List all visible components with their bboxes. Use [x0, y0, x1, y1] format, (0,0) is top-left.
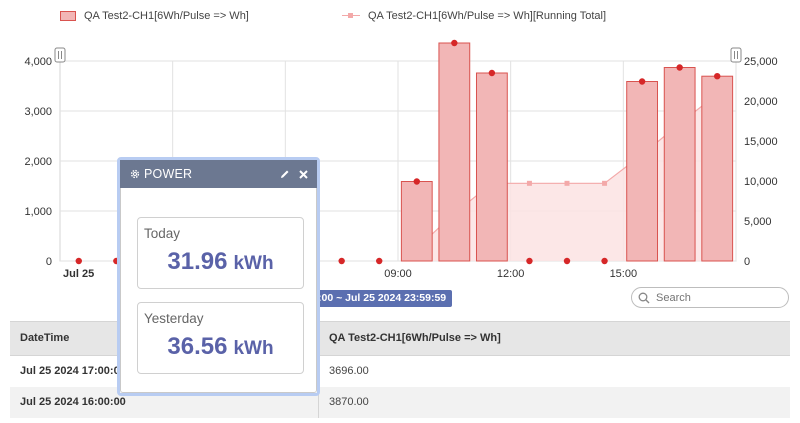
bar-point — [376, 257, 383, 265]
bar — [663, 67, 696, 262]
today-value: 31.96 — [167, 248, 228, 275]
today-value-row: 31.96 kWh — [138, 248, 303, 276]
bar-point — [451, 39, 458, 47]
today-label: Today — [144, 226, 181, 241]
widget-body: Today 31.96 kWh Yesterday 36.56 kWh — [120, 188, 317, 393]
search-icon — [638, 292, 650, 303]
bar-point — [638, 78, 646, 85]
yesterday-value-row: 36.56 kWh — [138, 333, 303, 361]
yesterday-value: 36.56 — [167, 333, 228, 360]
x-tick-label: 09:00 — [384, 268, 412, 280]
bar-point — [676, 64, 683, 71]
y-left-tick-label: 1,000 — [24, 206, 52, 218]
cell-value: 3870.00 — [329, 396, 369, 408]
y-left-tick-label: 0 — [46, 256, 52, 268]
x-tick-label: 15:00 — [610, 268, 638, 280]
bar — [475, 72, 508, 262]
search-input[interactable] — [654, 290, 778, 305]
close-icon[interactable] — [298, 169, 309, 180]
y-right-tick-label: 0 — [744, 256, 750, 268]
yesterday-card: Yesterday 36.56 kWh — [137, 302, 304, 374]
date-range-badge: :00 ~ Jul 25 2024 23:59:59 — [318, 290, 453, 307]
x-tick-label: 12:00 — [497, 268, 525, 280]
today-card: Today 31.96 kWh — [137, 217, 304, 289]
bar-point — [526, 257, 533, 265]
bar — [626, 81, 659, 262]
bar-point — [601, 257, 608, 265]
yesterday-unit: kWh — [233, 338, 274, 359]
edit-icon[interactable] — [279, 169, 290, 180]
y-left-tick-label: 4,000 — [24, 56, 52, 68]
y-right-tick-label: 20,000 — [744, 96, 778, 108]
running-total-point — [602, 180, 608, 186]
bar — [438, 42, 471, 262]
bar — [701, 75, 734, 262]
range-handle-left[interactable] — [54, 47, 66, 63]
y-left-tick-label: 2,000 — [24, 156, 52, 168]
search-box[interactable] — [631, 287, 789, 308]
bar-point — [338, 257, 345, 265]
bar — [400, 181, 433, 262]
y-right-tick-label: 15,000 — [744, 136, 778, 148]
gear-icon — [130, 169, 140, 179]
bar-point — [75, 257, 82, 265]
column-header-value[interactable]: QA Test2-CH1[6Wh/Pulse => Wh] — [319, 322, 790, 355]
bar-point — [563, 257, 571, 265]
running-total-point — [564, 180, 570, 186]
yesterday-label: Yesterday — [144, 311, 204, 326]
today-unit: kWh — [233, 253, 274, 274]
x-tick-label: Jul 25 — [63, 268, 94, 280]
y-right-tick-label: 5,000 — [744, 216, 772, 228]
widget-title: POWER — [144, 167, 193, 181]
bar-point — [488, 69, 496, 77]
running-total-point — [526, 180, 532, 186]
bar-point — [413, 178, 420, 185]
y-right-tick-label: 10,000 — [744, 176, 778, 188]
power-widget[interactable]: POWER Today 31.96 kWh Yesterday 36.56 kWh — [117, 157, 320, 396]
widget-header[interactable]: POWER — [120, 160, 317, 188]
y-right-tick-label: 25,000 — [744, 56, 778, 68]
y-left-tick-label: 3,000 — [24, 106, 52, 118]
bar-point — [714, 73, 721, 80]
cell-value: 3696.00 — [329, 365, 369, 377]
range-handle-right[interactable] — [730, 47, 742, 63]
